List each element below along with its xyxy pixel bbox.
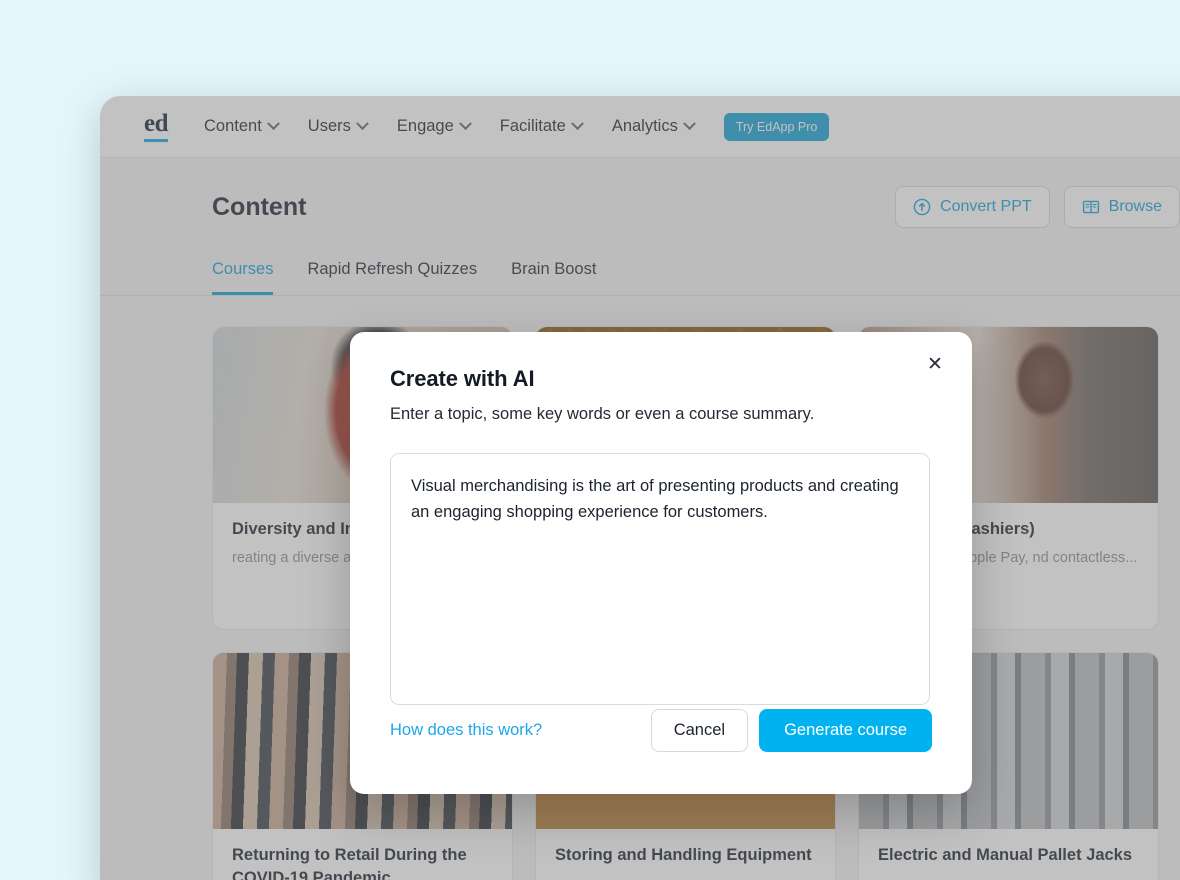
page-title: Content xyxy=(212,192,307,221)
convert-ppt-label: Convert PPT xyxy=(940,198,1032,215)
nav-item-analytics[interactable]: Analytics xyxy=(611,117,696,136)
chevron-down-icon xyxy=(570,117,584,131)
upload-circle-icon xyxy=(913,198,931,216)
dialog-footer-actions: Cancel Generate course xyxy=(650,709,932,752)
generate-course-button[interactable]: Generate course xyxy=(759,709,932,752)
nav-item-label: Engage xyxy=(396,117,454,135)
nav-item-content[interactable]: Content xyxy=(204,117,280,136)
nav-item-facilitate[interactable]: Facilitate xyxy=(499,117,584,136)
browse-label: Browse xyxy=(1108,198,1162,215)
screen-root: ed Content Users Engage Facilitate Analy… xyxy=(0,0,1180,880)
course-card-title: Storing and Handling Equipment xyxy=(555,846,812,864)
edapp-logo[interactable]: ed xyxy=(144,111,169,142)
dialog-footer: How does this work? Cancel Generate cour… xyxy=(390,709,932,752)
course-card-body: Returning to Retail During the COVID-19 … xyxy=(213,829,512,880)
dialog-title: Create with AI xyxy=(390,366,535,391)
nav-item-users[interactable]: Users xyxy=(307,117,369,136)
course-card-title: Returning to Retail During the COVID-19 … xyxy=(232,846,467,880)
content-tabs: Courses Rapid Refresh Quizzes Brain Boos… xyxy=(100,250,1180,296)
close-icon[interactable]: ✕ xyxy=(922,351,948,377)
tab-courses[interactable]: Courses xyxy=(212,250,274,295)
chevron-down-icon xyxy=(356,117,369,131)
course-prompt-textarea[interactable] xyxy=(390,453,930,705)
nav-item-label: Content xyxy=(204,117,262,135)
browse-button[interactable]: Browse xyxy=(1063,186,1180,228)
course-card-body: Storing and Handling Equipment xyxy=(536,829,835,880)
page-header-actions: Convert PPT Browse xyxy=(895,186,1180,228)
cancel-button[interactable]: Cancel xyxy=(650,709,749,752)
chevron-down-icon xyxy=(266,117,280,131)
create-with-ai-dialog: ✕ Create with AI Enter a topic, some key… xyxy=(350,332,972,794)
nav-item-label: Facilitate xyxy=(499,117,566,135)
book-icon xyxy=(1082,198,1100,216)
chevron-down-icon xyxy=(682,117,696,131)
tab-rapid-refresh-quizzes[interactable]: Rapid Refresh Quizzes xyxy=(307,250,477,295)
how-does-this-work-link[interactable]: How does this work? xyxy=(390,721,542,740)
dialog-subtitle: Enter a topic, some key words or even a … xyxy=(390,405,815,423)
course-card-body: Electric and Manual Pallet Jacks xyxy=(859,829,1158,880)
nav-item-label: Analytics xyxy=(611,117,678,135)
nav-item-engage[interactable]: Engage xyxy=(396,117,472,136)
convert-ppt-button[interactable]: Convert PPT xyxy=(895,186,1050,228)
top-navigation-bar: ed Content Users Engage Facilitate Analy… xyxy=(100,96,1180,158)
page-header: Content Convert PPT Browse xyxy=(100,158,1180,228)
chevron-down-icon xyxy=(458,117,472,131)
course-card-title: Electric and Manual Pallet Jacks xyxy=(878,846,1133,864)
try-edapp-pro-button[interactable]: Try EdApp Pro xyxy=(723,112,830,141)
nav-item-label: Users xyxy=(307,117,351,135)
tab-brain-boost[interactable]: Brain Boost xyxy=(511,250,596,295)
